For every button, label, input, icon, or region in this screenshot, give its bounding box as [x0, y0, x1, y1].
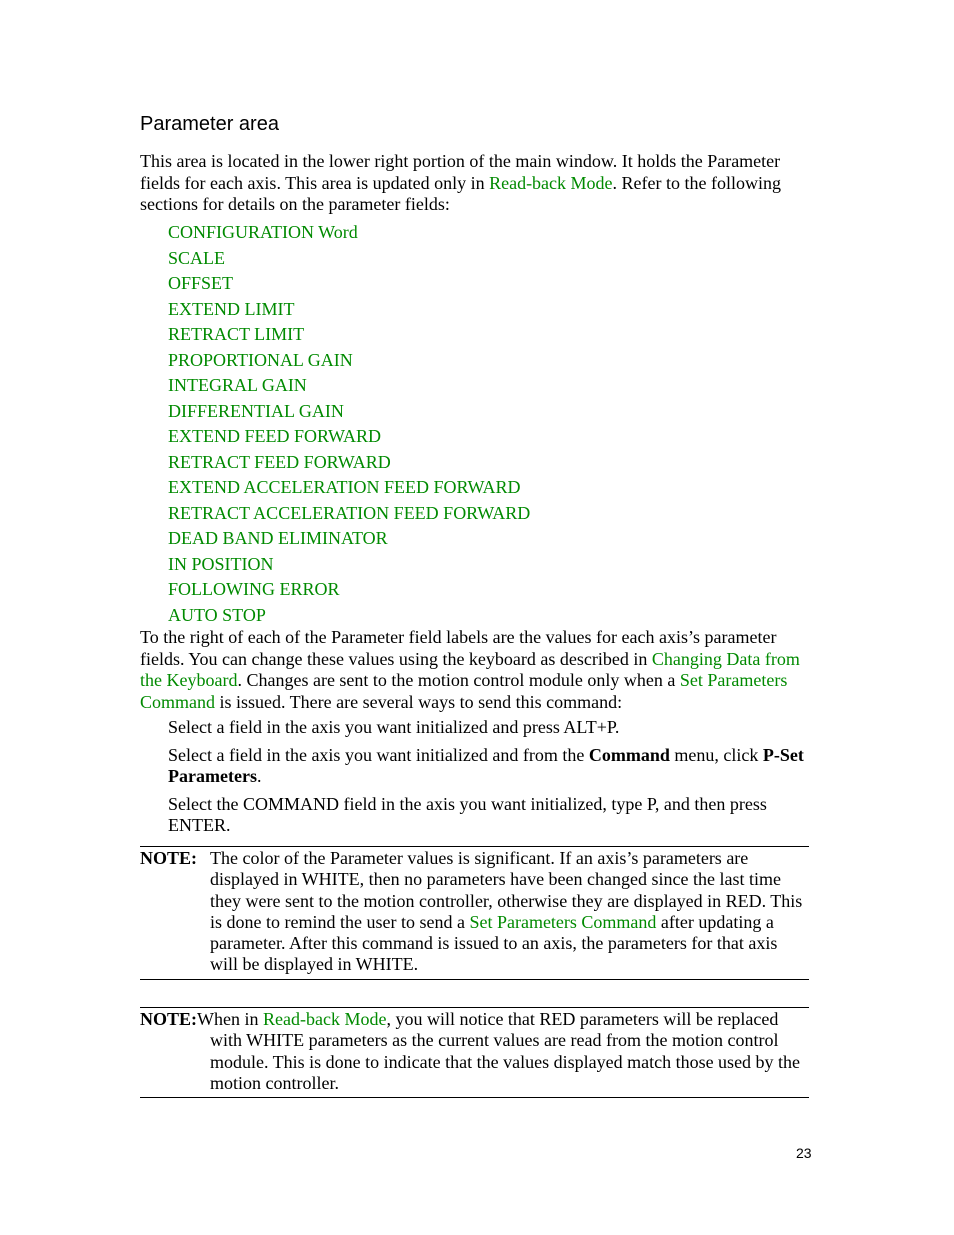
parameter-link-proportional-gain[interactable]: PROPORTIONAL GAIN — [168, 348, 530, 374]
step-text: . — [256, 766, 262, 786]
parameter-link-dead-band-eliminator[interactable]: DEAD BAND ELIMINATOR — [168, 526, 530, 552]
parameter-link-differential-gain[interactable]: DIFFERENTIAL GAIN — [168, 399, 530, 425]
parameter-link-extend-feed-forward[interactable]: EXTEND FEED FORWARD — [168, 424, 530, 450]
step-item: Select the COMMAND field in the axis you… — [168, 793, 767, 836]
page-number: 23 — [796, 1145, 812, 1161]
document-page: Parameter area This area is located in t… — [0, 0, 954, 1235]
parameter-link-retract-feed-forward[interactable]: RETRACT FEED FORWARD — [168, 450, 530, 476]
values-text-3: is issued. There are several ways to sen… — [215, 691, 623, 712]
intro-paragraph: This area is located in the lower right … — [140, 151, 820, 216]
parameter-link-retract-limit[interactable]: RETRACT LIMIT — [168, 322, 530, 348]
note-box-color: NOTE: The color of the Parameter values … — [140, 846, 809, 980]
set-parameters-command-link[interactable]: Set Parameters Command — [469, 912, 656, 932]
note-label: NOTE: — [140, 848, 198, 868]
parameter-field-list: CONFIGURATION Word SCALE OFFSET EXTEND L… — [168, 220, 530, 628]
step-item: Select a field in the axis you want init… — [168, 745, 818, 788]
parameter-link-configuration-word[interactable]: CONFIGURATION Word — [168, 220, 530, 246]
parameter-link-integral-gain[interactable]: INTEGRAL GAIN — [168, 373, 530, 399]
section-heading: Parameter area — [140, 113, 279, 135]
parameter-link-in-position[interactable]: IN POSITION — [168, 552, 530, 578]
command-menu-term: Command — [588, 744, 670, 765]
note-box-read-back: NOTE:When in Read-back Mode, you will no… — [140, 1007, 809, 1099]
step-item: Select a field in the axis you want init… — [168, 717, 620, 737]
note-label: NOTE: — [140, 1009, 198, 1029]
parameter-link-following-error[interactable]: FOLLOWING ERROR — [168, 577, 530, 603]
note-text: NOTE:When in Read-back Mode, you will no… — [140, 1009, 809, 1094]
read-back-mode-link[interactable]: Read-back Mode — [263, 1009, 386, 1029]
values-paragraph: To the right of each of the Parameter fi… — [140, 627, 820, 713]
command-steps-list: Select a field in the axis you want init… — [168, 717, 818, 843]
parameter-link-extend-acceleration-feed-forward[interactable]: EXTEND ACCELERATION FEED FORWARD — [168, 475, 530, 501]
parameter-link-offset[interactable]: OFFSET — [168, 271, 530, 297]
values-text-2: . Changes are sent to the motion control… — [237, 670, 680, 690]
read-back-mode-link[interactable]: Read-back Mode — [489, 173, 612, 193]
note-text: The color of the Parameter values is sig… — [210, 848, 809, 976]
parameter-link-auto-stop[interactable]: AUTO STOP — [168, 603, 530, 629]
parameter-link-retract-acceleration-feed-forward[interactable]: RETRACT ACCELERATION FEED FORWARD — [168, 501, 530, 527]
note-text-part: When in — [197, 1009, 263, 1029]
parameter-link-scale[interactable]: SCALE — [168, 246, 530, 272]
step-text: menu, click — [669, 744, 763, 765]
parameter-link-extend-limit[interactable]: EXTEND LIMIT — [168, 297, 530, 323]
step-text: Select a field in the axis you want init… — [168, 744, 589, 765]
